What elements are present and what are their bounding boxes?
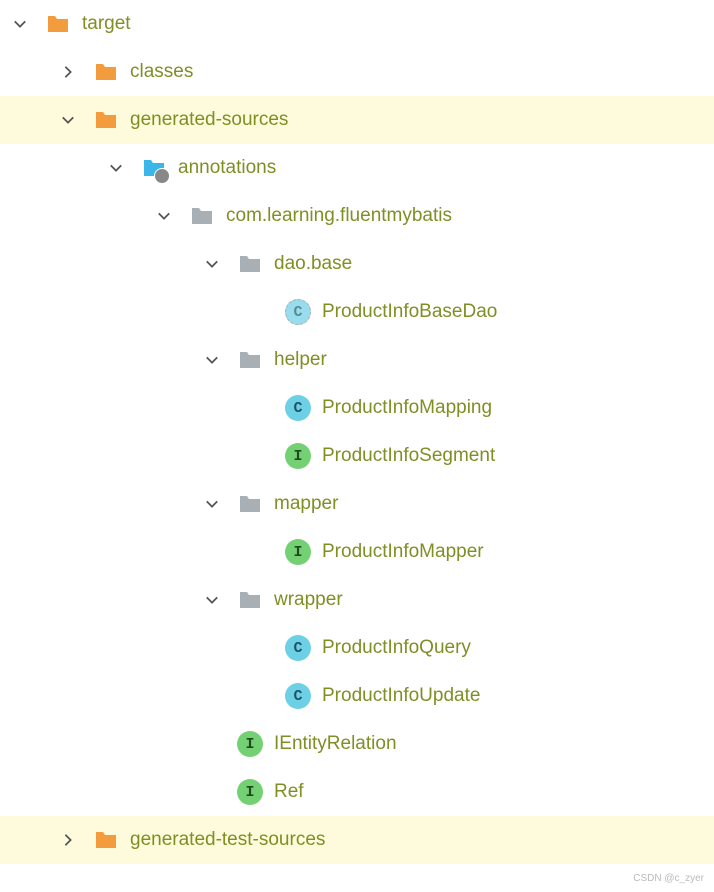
tree-node-generated-test-sources[interactable]: generated-test-sources [0, 816, 714, 864]
node-label: generated-sources [130, 109, 288, 131]
chevron-down-icon[interactable] [104, 156, 128, 180]
package-icon [188, 202, 216, 230]
tree-node-product-info-mapper[interactable]: I ProductInfoMapper [0, 528, 714, 576]
package-icon [236, 490, 264, 518]
tree-node-target[interactable]: target [0, 0, 714, 48]
tree-node-annotations[interactable]: annotations [0, 144, 714, 192]
node-label: Ref [274, 781, 304, 803]
tree-node-product-info-update[interactable]: C ProductInfoUpdate [0, 672, 714, 720]
tree-node-product-info-mapping[interactable]: C ProductInfoMapping [0, 384, 714, 432]
folder-icon [92, 106, 120, 134]
tree-node-ref[interactable]: I Ref [0, 768, 714, 816]
package-icon [236, 586, 264, 614]
chevron-down-icon[interactable] [200, 348, 224, 372]
node-label: annotations [178, 157, 276, 179]
node-label: helper [274, 349, 327, 371]
interface-icon: I [236, 730, 264, 758]
abstract-class-icon: C [284, 298, 312, 326]
node-label: ProductInfoBaseDao [322, 301, 497, 323]
node-label: IEntityRelation [274, 733, 397, 755]
class-icon: C [284, 682, 312, 710]
node-label: classes [130, 61, 193, 83]
tree-node-classes[interactable]: classes [0, 48, 714, 96]
tree-node-product-info-segment[interactable]: I ProductInfoSegment [0, 432, 714, 480]
interface-icon: I [236, 778, 264, 806]
chevron-down-icon[interactable] [152, 204, 176, 228]
tree-node-dao-base[interactable]: dao.base [0, 240, 714, 288]
chevron-down-icon[interactable] [200, 492, 224, 516]
generated-folder-icon [140, 154, 168, 182]
node-label: ProductInfoUpdate [322, 685, 480, 707]
chevron-right-icon[interactable] [56, 60, 80, 84]
watermark: CSDN @c_zyer [633, 873, 704, 884]
package-icon [236, 346, 264, 374]
package-icon [236, 250, 264, 278]
node-label: ProductInfoSegment [322, 445, 495, 467]
chevron-down-icon[interactable] [8, 12, 32, 36]
chevron-down-icon[interactable] [56, 108, 80, 132]
chevron-down-icon[interactable] [200, 252, 224, 276]
tree-node-generated-sources[interactable]: generated-sources [0, 96, 714, 144]
node-label: wrapper [274, 589, 343, 611]
tree-node-wrapper[interactable]: wrapper [0, 576, 714, 624]
node-label: ProductInfoQuery [322, 637, 471, 659]
tree-node-ientity-relation[interactable]: I IEntityRelation [0, 720, 714, 768]
node-label: dao.base [274, 253, 352, 275]
class-icon: C [284, 394, 312, 422]
tree-node-package-root[interactable]: com.learning.fluentmybatis [0, 192, 714, 240]
interface-icon: I [284, 538, 312, 566]
node-label: target [82, 13, 131, 35]
folder-icon [92, 58, 120, 86]
class-icon: C [284, 634, 312, 662]
folder-icon [92, 826, 120, 854]
tree-node-helper[interactable]: helper [0, 336, 714, 384]
tree-node-mapper[interactable]: mapper [0, 480, 714, 528]
node-label: ProductInfoMapping [322, 397, 492, 419]
chevron-down-icon[interactable] [200, 588, 224, 612]
folder-icon [44, 10, 72, 38]
node-label: generated-test-sources [130, 829, 325, 851]
chevron-right-icon[interactable] [56, 828, 80, 852]
node-label: mapper [274, 493, 338, 515]
node-label: ProductInfoMapper [322, 541, 484, 563]
interface-icon: I [284, 442, 312, 470]
tree-node-product-info-query[interactable]: C ProductInfoQuery [0, 624, 714, 672]
node-label: com.learning.fluentmybatis [226, 205, 452, 227]
tree-node-product-info-base-dao[interactable]: C ProductInfoBaseDao [0, 288, 714, 336]
